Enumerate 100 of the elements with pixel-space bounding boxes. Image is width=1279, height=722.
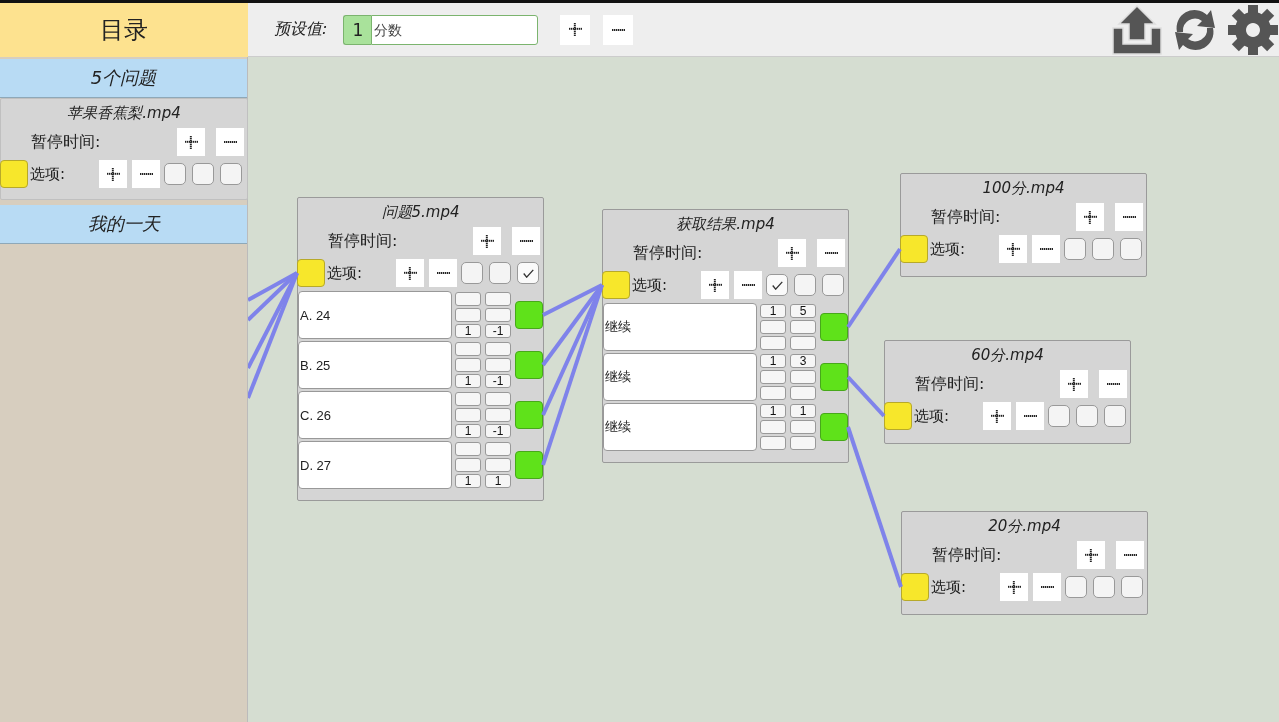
add-button[interactable]: [701, 271, 729, 299]
value-field[interactable]: [790, 336, 816, 350]
add-button[interactable]: [1060, 370, 1088, 398]
checkbox[interactable]: [164, 163, 186, 185]
value-field[interactable]: [455, 358, 481, 372]
remove-button[interactable]: [429, 259, 457, 287]
option-text-field[interactable]: C. 26: [298, 391, 452, 439]
output-port[interactable]: [515, 301, 543, 329]
add-button[interactable]: [473, 227, 501, 255]
value-field[interactable]: [455, 342, 481, 356]
value-field[interactable]: [485, 392, 511, 406]
input-port[interactable]: [884, 402, 912, 430]
remove-button[interactable]: [512, 227, 540, 255]
add-button[interactable]: [177, 128, 205, 156]
score-field[interactable]: 分数: [371, 14, 539, 45]
output-port[interactable]: [515, 351, 543, 379]
output-port[interactable]: [515, 451, 543, 479]
option-text-field[interactable]: 继续: [603, 403, 757, 451]
input-port[interactable]: [0, 160, 28, 188]
input-port[interactable]: [901, 573, 929, 601]
value-field[interactable]: [760, 336, 786, 350]
value-field[interactable]: [790, 420, 816, 434]
remove-button[interactable]: [603, 14, 634, 45]
output-port[interactable]: [820, 413, 848, 441]
value-field[interactable]: [790, 370, 816, 384]
value-field[interactable]: [760, 320, 786, 334]
value-field[interactable]: [485, 442, 511, 456]
value-field[interactable]: 1: [455, 324, 481, 338]
value-field[interactable]: [790, 386, 816, 400]
upload-icon[interactable]: [1111, 3, 1163, 56]
value-field[interactable]: 1: [485, 474, 511, 488]
value-field[interactable]: -1: [485, 374, 511, 388]
remove-button[interactable]: [132, 160, 160, 188]
checkbox[interactable]: [1121, 576, 1143, 598]
checkbox[interactable]: [794, 274, 816, 296]
add-button[interactable]: [1000, 573, 1028, 601]
value-field[interactable]: [485, 342, 511, 356]
add-button[interactable]: [396, 259, 424, 287]
group-header[interactable]: 5个问题: [0, 59, 247, 98]
add-button[interactable]: [560, 14, 591, 45]
add-button[interactable]: [1076, 203, 1104, 231]
settings-icon[interactable]: [1227, 3, 1279, 56]
remove-button[interactable]: [1115, 203, 1143, 231]
checkbox[interactable]: [489, 262, 511, 284]
remove-button[interactable]: [1016, 402, 1044, 430]
value-field[interactable]: [485, 292, 511, 306]
value-field[interactable]: [455, 442, 481, 456]
value-field[interactable]: [485, 308, 511, 322]
checkbox[interactable]: [822, 274, 844, 296]
option-text-field[interactable]: D. 27: [298, 441, 452, 489]
remove-button[interactable]: [817, 239, 845, 267]
value-field[interactable]: 3: [790, 354, 816, 368]
option-text-field[interactable]: 继续: [603, 303, 757, 351]
remove-button[interactable]: [1033, 573, 1061, 601]
value-field[interactable]: [455, 392, 481, 406]
remove-button[interactable]: [1099, 370, 1127, 398]
checkbox[interactable]: [461, 262, 483, 284]
output-port[interactable]: [515, 401, 543, 429]
checkbox[interactable]: [1076, 405, 1098, 427]
add-button[interactable]: [778, 239, 806, 267]
add-button[interactable]: [983, 402, 1011, 430]
checkbox[interactable]: [1048, 405, 1070, 427]
value-field[interactable]: [485, 408, 511, 422]
value-field[interactable]: -1: [485, 424, 511, 438]
option-text-field[interactable]: B. 25: [298, 341, 452, 389]
checkbox[interactable]: [766, 274, 788, 296]
value-field[interactable]: [485, 458, 511, 472]
value-field[interactable]: -1: [485, 324, 511, 338]
add-button[interactable]: [99, 160, 127, 188]
option-text-field[interactable]: 继续: [603, 353, 757, 401]
checkbox[interactable]: [1065, 576, 1087, 598]
remove-button[interactable]: [1032, 235, 1060, 263]
remove-button[interactable]: [1116, 541, 1144, 569]
checkbox[interactable]: [1092, 238, 1114, 260]
value-field[interactable]: [760, 436, 786, 450]
value-field[interactable]: [790, 436, 816, 450]
checkbox[interactable]: [1093, 576, 1115, 598]
add-button[interactable]: [999, 235, 1027, 263]
value-field[interactable]: [455, 292, 481, 306]
value-field[interactable]: [760, 370, 786, 384]
value-field[interactable]: [760, 386, 786, 400]
remove-button[interactable]: [216, 128, 244, 156]
value-field[interactable]: 1: [760, 354, 786, 368]
value-field[interactable]: 5: [790, 304, 816, 318]
input-port[interactable]: [602, 271, 630, 299]
value-field[interactable]: 1: [455, 474, 481, 488]
value-field[interactable]: 1: [455, 424, 481, 438]
value-field[interactable]: 1: [455, 374, 481, 388]
checkbox[interactable]: [220, 163, 242, 185]
value-field[interactable]: [455, 408, 481, 422]
value-field[interactable]: [455, 308, 481, 322]
value-field[interactable]: [485, 358, 511, 372]
checkbox[interactable]: [1120, 238, 1142, 260]
value-field[interactable]: 1: [760, 304, 786, 318]
value-field[interactable]: [790, 320, 816, 334]
checkbox[interactable]: [517, 262, 539, 284]
output-port[interactable]: [820, 363, 848, 391]
input-port[interactable]: [900, 235, 928, 263]
group-header[interactable]: 我的一天: [0, 205, 247, 244]
add-button[interactable]: [1077, 541, 1105, 569]
